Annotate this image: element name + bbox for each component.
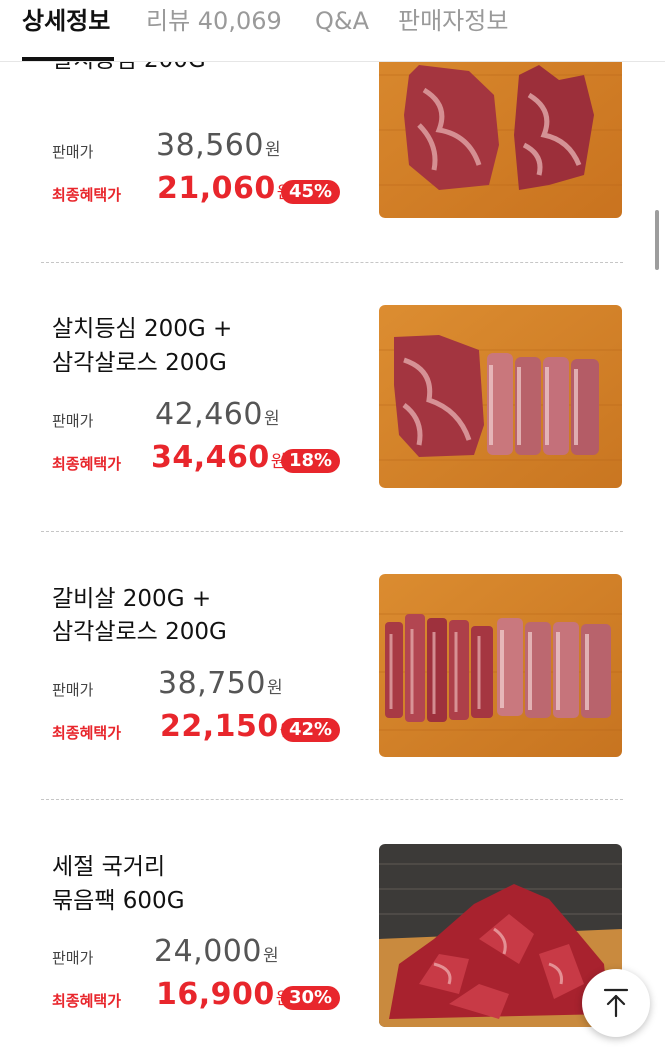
scrollbar[interactable] — [655, 210, 659, 270]
product-photo[interactable] — [379, 35, 622, 218]
discount-badge: 18% — [281, 449, 341, 473]
discount-badge: 45% — [281, 180, 341, 204]
sale-price-label: 판매가 — [52, 143, 94, 161]
final-price: 16,900원 — [156, 977, 291, 1012]
discount-badge: 42% — [281, 718, 341, 742]
tab-detail-info[interactable]: 상세정보 — [22, 5, 110, 37]
product-name: 갈비살 200G + — [52, 586, 212, 612]
divider — [41, 262, 623, 263]
active-tab-indicator — [22, 57, 114, 61]
tab-seller-info[interactable]: 판매자정보 — [398, 5, 508, 37]
sale-price: 42,460원 — [155, 397, 281, 432]
tab-reviews[interactable]: 리뷰 40,069 — [146, 5, 282, 37]
final-price-label: 최종혜택가 — [52, 186, 122, 204]
scroll-to-top-button[interactable] — [582, 969, 650, 1037]
sale-price-label: 판매가 — [52, 949, 94, 967]
final-price-label: 최종혜택가 — [52, 992, 122, 1010]
product-name: 세절 국거리 — [52, 854, 166, 880]
sale-price-label: 판매가 — [52, 412, 94, 430]
sale-price: 38,750원 — [158, 666, 284, 701]
tab-bar: 상세정보 리뷰 40,069 Q&A 판매자정보 — [0, 0, 665, 62]
tab-qna[interactable]: Q&A — [315, 5, 369, 37]
final-price: 21,060원 — [157, 171, 292, 206]
product-name: 살치등심 200G + — [52, 316, 233, 342]
divider — [41, 531, 623, 532]
sale-price-label: 판매가 — [52, 681, 94, 699]
product-name: 묶음팩 600G — [52, 888, 185, 914]
product-list: 살치등심 200G 판매가 38,560원 최종혜택가 21,060원 45% … — [0, 0, 665, 1047]
product-name: 삼각살로스 200G — [52, 350, 227, 376]
sale-price: 38,560원 — [156, 128, 282, 163]
product-name: 삼각살로스 200G — [52, 619, 227, 645]
product-photo[interactable] — [379, 305, 622, 488]
sale-price: 24,000원 — [154, 934, 280, 969]
final-price: 34,460원 — [151, 440, 287, 475]
final-price-label: 최종혜택가 — [52, 455, 122, 473]
final-price-label: 최종혜택가 — [52, 724, 122, 742]
product-photo[interactable] — [379, 574, 622, 757]
divider — [41, 799, 623, 800]
discount-badge: 30% — [281, 986, 341, 1010]
final-price: 22,150원 — [160, 709, 295, 744]
arrow-up-to-line-icon — [603, 988, 629, 1018]
